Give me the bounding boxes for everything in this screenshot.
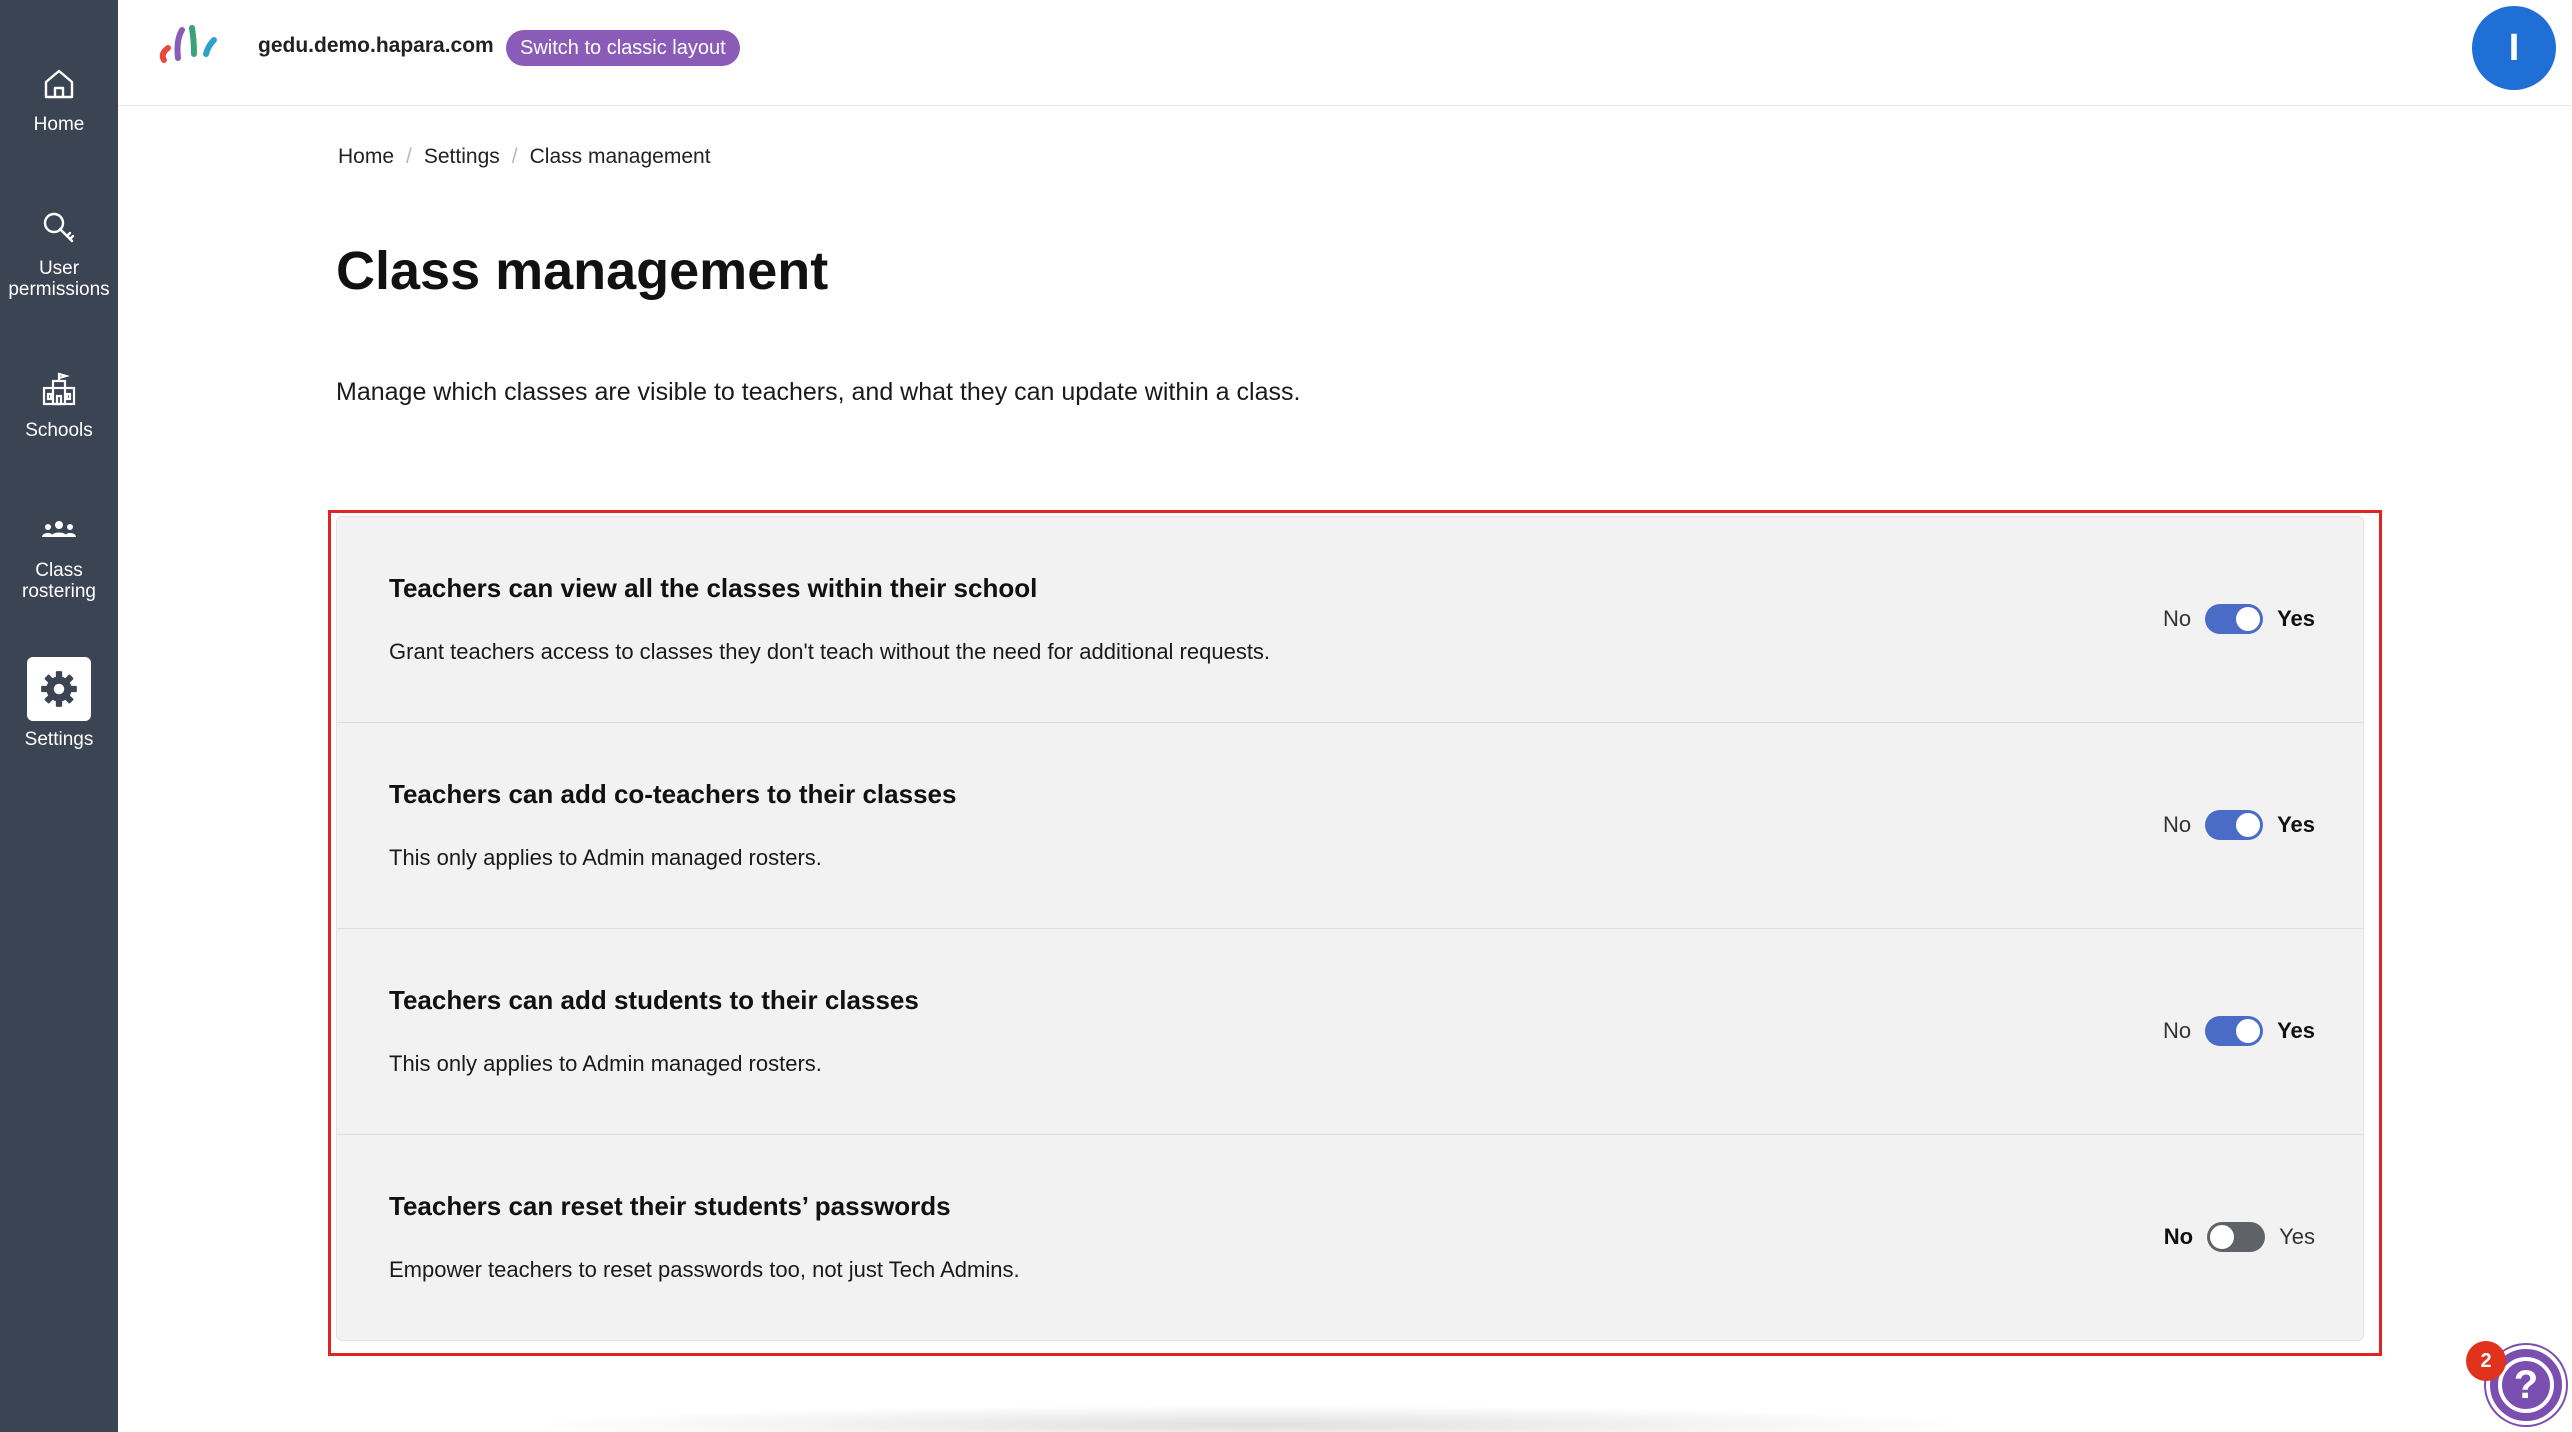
key-icon [37, 206, 81, 250]
switch-classic-layout-button[interactable]: Switch to classic layout [506, 30, 740, 66]
toggle-no-label: No [2162, 1018, 2192, 1043]
user-avatar[interactable]: I [2472, 6, 2556, 90]
sidebar-item-home[interactable]: Home [0, 62, 118, 135]
setting-title: Teachers can add students to their class… [389, 985, 919, 1015]
sidebar-item-settings[interactable]: Settings [0, 657, 118, 750]
toggle-switch[interactable] [2205, 1016, 2264, 1046]
toggle-no-label: No [2163, 1224, 2194, 1249]
breadcrumb-separator: / [511, 145, 518, 168]
help-notification-badge: 2 [2466, 1341, 2506, 1381]
setting-reset-passwords: Teachers can reset their students’ passw… [337, 1135, 2363, 1340]
breadcrumb-separator: / [406, 145, 412, 168]
setting-description: This only applies to Admin managed roste… [389, 845, 822, 870]
sidebar-item-user-permissions[interactable]: User permissions [0, 206, 118, 300]
app: Home User permissions Schools Class rost… [0, 0, 2572, 1432]
toggle-group: No Yes [2163, 604, 2315, 634]
setting-description: Empower teachers to reset passwords too,… [389, 1257, 1020, 1282]
gear-icon [27, 657, 91, 721]
home-icon [37, 62, 81, 106]
toggle-switch[interactable] [2205, 810, 2264, 840]
breadcrumb: Home / Settings / Class management [338, 145, 711, 169]
toggle-group: No Yes [2163, 810, 2315, 840]
help-icon: ? [2498, 1357, 2554, 1413]
toggle-knob [2236, 813, 2261, 837]
sidebar-item-label: Settings [24, 729, 94, 750]
school-icon [37, 368, 81, 412]
toggle-knob [2236, 607, 2261, 631]
toggle-knob [2210, 1225, 2235, 1249]
setting-title: Teachers can view all the classes within… [389, 573, 1038, 603]
settings-panel: Teachers can view all the classes within… [336, 516, 2364, 1341]
sidebar-item-label: Schools [25, 420, 93, 441]
toggle-no-label: No [2162, 812, 2192, 837]
toggle-yes-label: Yes [2279, 1224, 2315, 1249]
setting-title: Teachers can reset their students’ passw… [389, 1191, 951, 1221]
toggle-yes-label: Yes [2277, 606, 2315, 631]
setting-view-all-classes: Teachers can view all the classes within… [337, 517, 2363, 723]
toggle-yes-label: Yes [2277, 1018, 2315, 1043]
sidebar-item-label: User permissions [8, 258, 110, 300]
page-description: Manage which classes are visible to teac… [336, 378, 1301, 406]
setting-description: Grant teachers access to classes they do… [389, 639, 1271, 664]
sidebar-item-schools[interactable]: Schools [0, 368, 118, 441]
toggle-switch[interactable] [2205, 604, 2264, 634]
setting-title: Teachers can add co-teachers to their cl… [389, 779, 957, 809]
people-icon [37, 508, 81, 552]
toggle-group: No Yes [2163, 1016, 2315, 1046]
sidebar: Home User permissions Schools Class rost… [0, 0, 118, 1432]
setting-add-students: Teachers can add students to their class… [337, 929, 2363, 1135]
toggle-knob [2236, 1019, 2261, 1043]
bottom-shadow [520, 1405, 1980, 1432]
domain-name: gedu.demo.hapara.com [258, 34, 494, 57]
top-header: gedu.demo.hapara.com Switch to classic l… [118, 0, 2572, 106]
sidebar-item-label: Home [33, 114, 85, 135]
toggle-yes-label: Yes [2277, 812, 2315, 837]
toggle-switch[interactable] [2207, 1222, 2266, 1252]
setting-description: This only applies to Admin managed roste… [389, 1051, 822, 1076]
hapara-logo[interactable] [156, 20, 226, 68]
breadcrumb-settings[interactable]: Settings [424, 145, 500, 169]
breadcrumb-home[interactable]: Home [338, 145, 394, 169]
breadcrumb-current: Class management [529, 145, 711, 168]
setting-add-co-teachers: Teachers can add co-teachers to their cl… [337, 723, 2363, 929]
sidebar-item-label: Class rostering [22, 560, 96, 602]
toggle-no-label: No [2162, 606, 2192, 631]
sidebar-item-class-rostering[interactable]: Class rostering [0, 508, 118, 602]
toggle-group: No Yes [2164, 1222, 2315, 1252]
page-title: Class management [336, 241, 829, 301]
